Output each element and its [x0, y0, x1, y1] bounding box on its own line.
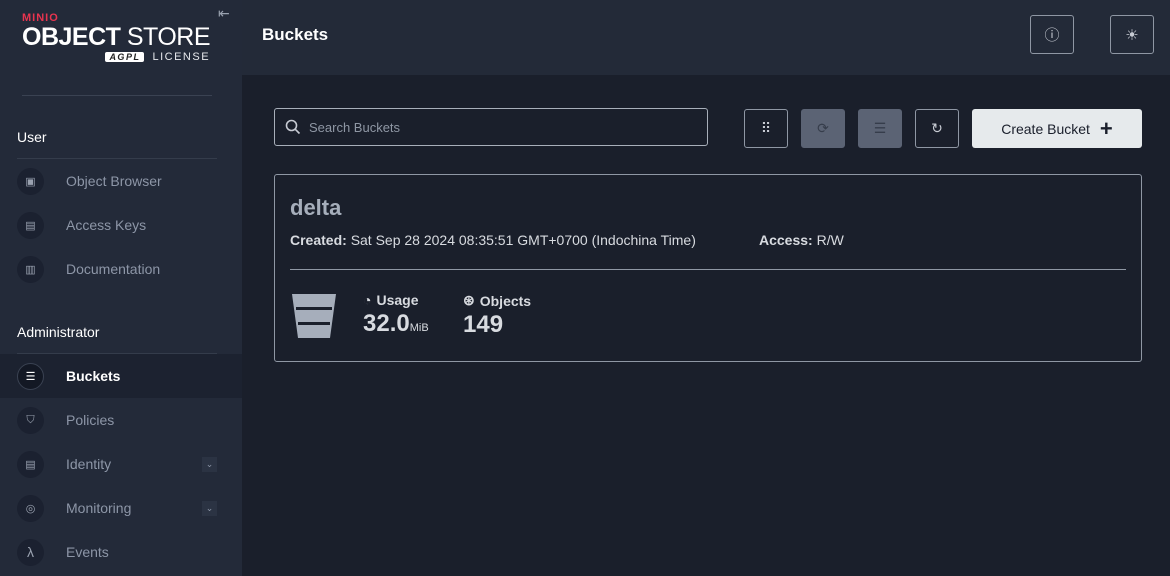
help-icon: ⓘ: [1044, 27, 1060, 44]
search-bar: [274, 108, 708, 146]
bucket-card[interactable]: delta Created: Sat Sep 28 2024 08:35:51 …: [274, 174, 1142, 362]
usage-stat: ◔ Usage 32.0MiB: [363, 292, 429, 338]
sidebar-item-label: Identity: [66, 456, 112, 472]
plus-icon: +: [1099, 115, 1113, 141]
usage-unit: MiB: [409, 322, 429, 334]
search-icon: [285, 119, 301, 135]
sidebar-item-label: Object Browser: [66, 173, 162, 189]
sidebar: ⇤ MINIO OBJECT STORE AGPL LICENSE User ▣ O…: [0, 0, 242, 576]
buckets-stack-icon: ☰: [873, 120, 887, 136]
select-multiple-button[interactable]: ⠿: [744, 109, 788, 148]
bucket-icon: [292, 294, 336, 338]
monitoring-icon: ◎: [17, 494, 44, 522]
sidebar-item-label: Policies: [66, 412, 115, 428]
lifecycle-button[interactable]: ☰: [858, 109, 902, 148]
create-bucket-button[interactable]: Create Bucket +: [972, 109, 1142, 148]
chevron-down-icon[interactable]: ⌄: [202, 456, 217, 472]
bucket-name: delta: [290, 195, 342, 220]
key-icon: ▤: [17, 211, 44, 239]
sidebar-item-identity[interactable]: ▤ Identity ⌄: [0, 442, 242, 486]
sidebar-item-label: Access Keys: [66, 217, 147, 233]
sun-icon: ☀: [1125, 26, 1139, 44]
access-value: R/W: [816, 232, 844, 248]
refresh-button[interactable]: ↻: [915, 109, 959, 148]
usage-label: Usage: [376, 292, 419, 308]
chevron-down-icon[interactable]: ⌄: [202, 500, 217, 516]
search-input[interactable]: [309, 119, 689, 135]
help-button[interactable]: ⓘ: [1030, 15, 1074, 54]
sidebar-item-label: Monitoring: [66, 500, 132, 516]
logo-product: OBJECT: [22, 23, 121, 51]
objects-stat: ⊛ Objects 149: [463, 292, 531, 339]
docs-icon: ▥: [17, 255, 44, 283]
sidebar-item-policies[interactable]: ⛉ Policies: [0, 398, 242, 442]
created-value: Sat Sep 28 2024 08:35:51 GMT+0700 (Indoc…: [350, 232, 696, 248]
grid-icon: ⠿: [760, 120, 772, 136]
replication-button[interactable]: ⟳: [801, 109, 845, 148]
divider: [290, 269, 1126, 270]
pie-chart-icon: ◔: [363, 292, 372, 308]
id-card-icon: ▤: [17, 450, 44, 478]
bucket-icon: ☰: [17, 362, 44, 390]
sync-icon: ⟳: [817, 120, 829, 136]
divider: [22, 95, 212, 96]
bucket-access: Access: R/W: [759, 232, 844, 248]
object-browser-icon: ▣: [17, 167, 44, 195]
sidebar-item-label: Events: [66, 544, 109, 560]
sidebar-item-events[interactable]: λ Events: [0, 530, 242, 574]
refresh-icon: ↻: [931, 120, 943, 136]
page-header: Buckets ⓘ ☀: [242, 0, 1170, 75]
sidebar-item-documentation[interactable]: ▥ Documentation: [0, 247, 242, 291]
objects-icon: ⊛: [463, 292, 475, 308]
sidebar-item-access-keys[interactable]: ▤ Access Keys: [0, 203, 242, 247]
access-label: Access:: [759, 232, 813, 248]
theme-toggle-button[interactable]: ☀: [1110, 15, 1154, 54]
logo: MINIO OBJECT STORE AGPL LICENSE: [22, 12, 211, 63]
page-title: Buckets: [262, 25, 329, 44]
license-label: LICENSE: [152, 51, 211, 63]
sidebar-item-monitoring[interactable]: ◎ Monitoring ⌄: [0, 486, 242, 530]
sidebar-item-label: Buckets: [66, 368, 121, 384]
section-administrator: Administrator: [17, 324, 100, 340]
lambda-icon: λ: [17, 538, 44, 566]
shield-icon: ⛉: [17, 406, 44, 434]
agpl-badge: AGPL: [105, 52, 145, 62]
sidebar-item-buckets[interactable]: ☰ Buckets: [0, 354, 242, 398]
create-bucket-label: Create Bucket: [1001, 120, 1090, 137]
logo-product-light: STORE: [126, 23, 211, 51]
sidebar-item-object-browser[interactable]: ▣ Object Browser: [0, 159, 242, 203]
usage-value: 32.0: [363, 310, 410, 337]
collapse-sidebar-icon[interactable]: ⇤: [218, 5, 230, 22]
created-label: Created:: [290, 232, 347, 248]
objects-label: Objects: [479, 292, 532, 309]
bucket-created: Created: Sat Sep 28 2024 08:35:51 GMT+07…: [290, 232, 696, 248]
sidebar-item-label: Documentation: [66, 261, 161, 277]
section-user: User: [17, 129, 47, 145]
objects-value: 149: [463, 311, 504, 338]
